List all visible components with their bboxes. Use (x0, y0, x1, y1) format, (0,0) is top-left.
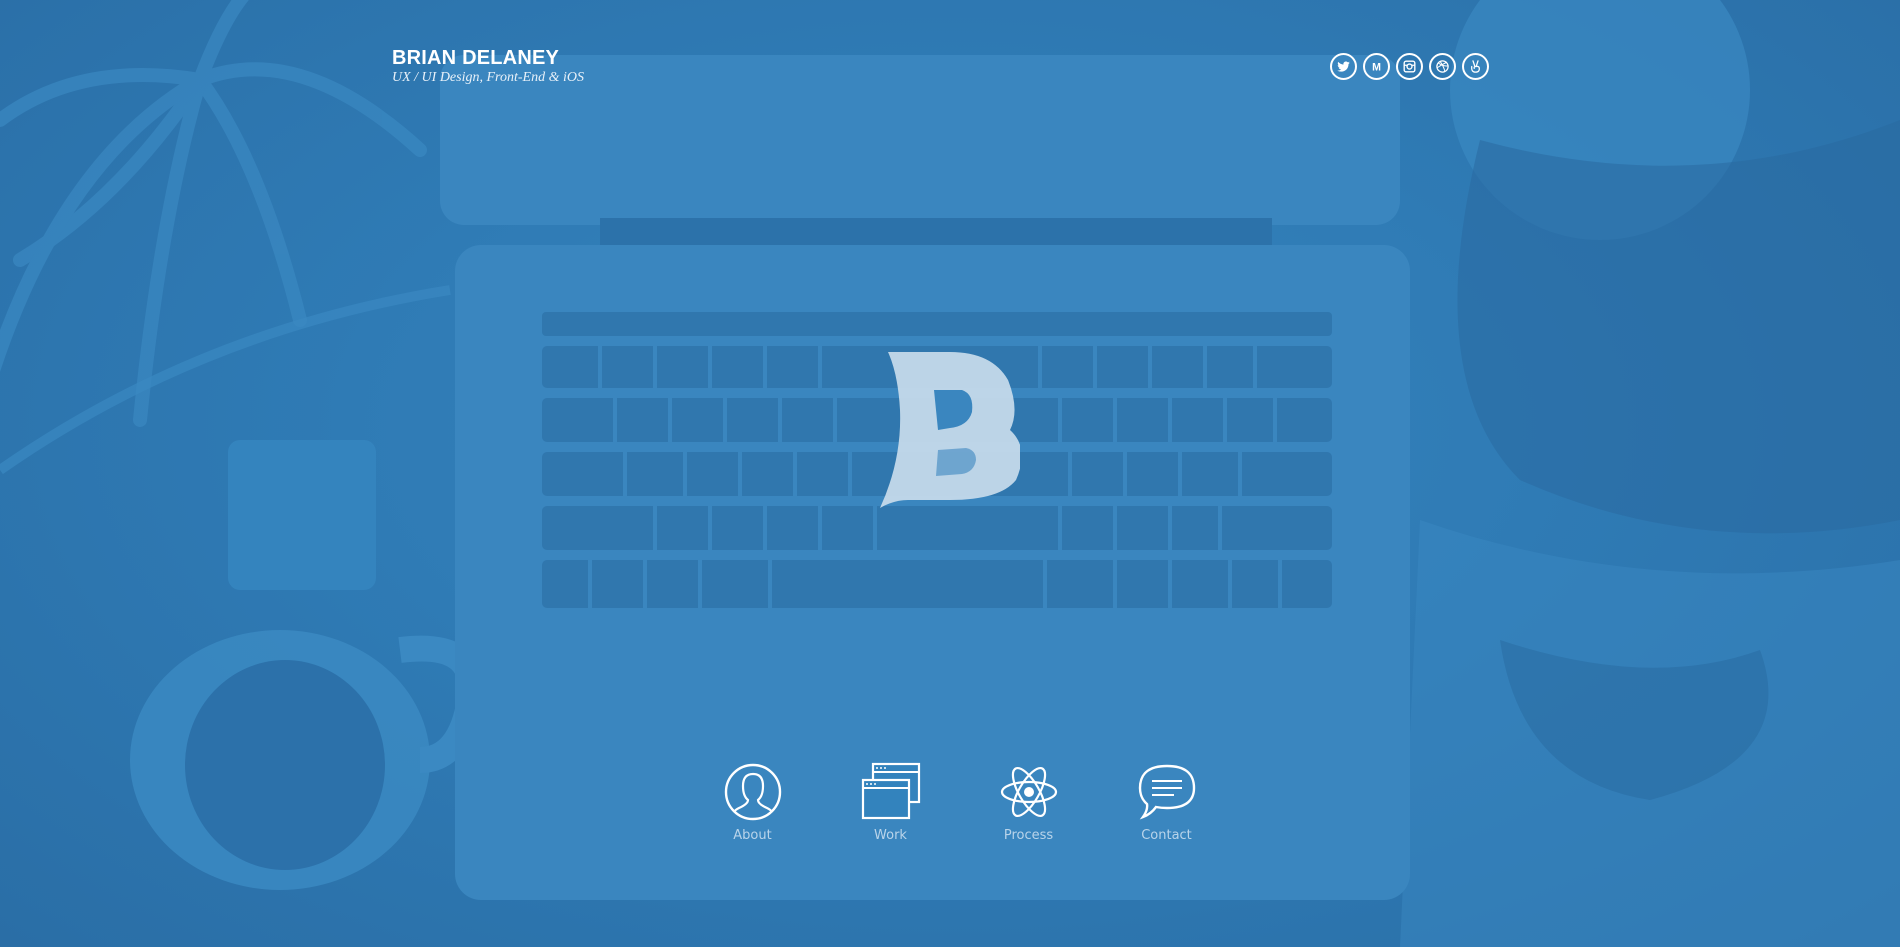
angellist-icon (1471, 60, 1480, 73)
nav-about[interactable]: About (700, 762, 805, 843)
medium-link[interactable]: M (1363, 53, 1390, 80)
instagram-link[interactable] (1396, 53, 1423, 80)
bd-logo (880, 352, 1020, 508)
nav-work[interactable]: Work (838, 762, 943, 843)
site-tagline: UX / UI Design, Front-End & iOS (392, 70, 584, 85)
angellist-link[interactable] (1462, 53, 1489, 80)
atom-icon (1000, 766, 1057, 818)
dribbble-link[interactable] (1429, 53, 1456, 80)
main-nav: About Work Process Contact (700, 762, 1219, 843)
nav-process-label: Process (1003, 828, 1054, 843)
medium-glyph: M (1372, 61, 1381, 73)
dribbble-icon (1436, 60, 1449, 73)
person-icon (724, 763, 781, 821)
instagram-icon (1403, 60, 1416, 73)
site-title[interactable]: BRIAN DELANEY (392, 46, 584, 70)
twitter-link[interactable] (1330, 53, 1357, 80)
medium-icon: M (1372, 61, 1381, 73)
nav-contact-label: Contact (1141, 828, 1192, 843)
social-links: M (1330, 53, 1489, 80)
nav-process[interactable]: Process (976, 762, 1081, 843)
nav-about-label: About (733, 828, 772, 843)
windows-icon (861, 762, 920, 820)
speech-bubble-icon (1138, 764, 1195, 820)
twitter-icon (1337, 61, 1350, 72)
nav-work-label: Work (874, 828, 907, 843)
hero-background: BRIAN DELANEY UX / UI Design, Front-End … (0, 0, 1900, 947)
nav-contact[interactable]: Contact (1114, 762, 1219, 843)
brand-header: BRIAN DELANEY UX / UI Design, Front-End … (392, 46, 584, 86)
